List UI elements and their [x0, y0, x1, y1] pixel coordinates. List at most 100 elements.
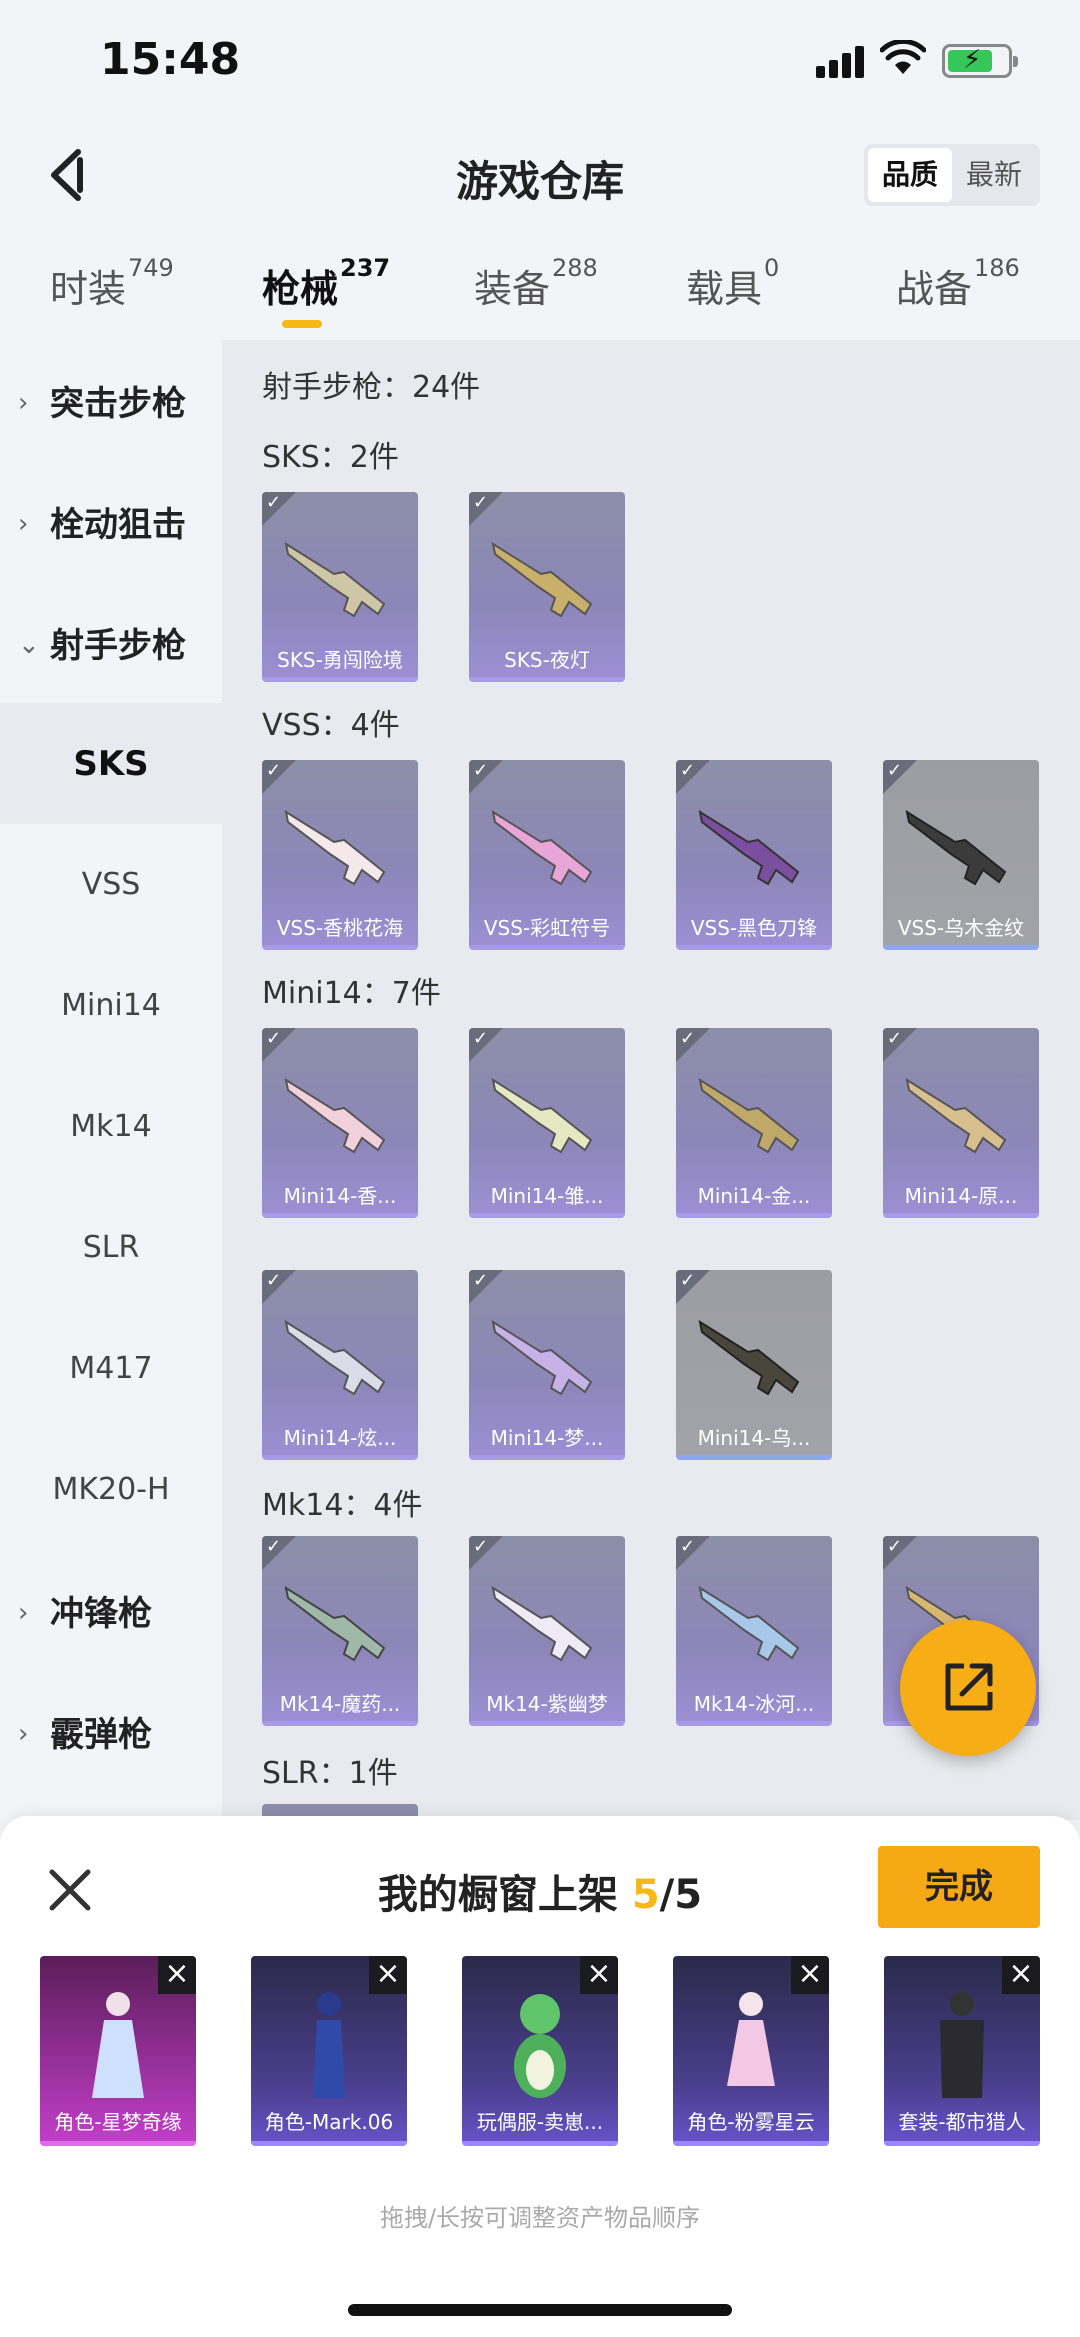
check-icon: ✓ [883, 1536, 917, 1570]
top-header: 游戏仓库 品质 最新 [0, 130, 1080, 220]
rifle-icon [284, 1585, 386, 1662]
showcase-slot[interactable]: × 套装-都市猎人 [884, 1956, 1040, 2146]
showcase-slot[interactable]: × 角色-Mark.06 [251, 1956, 407, 2146]
share-button[interactable] [900, 1620, 1036, 1756]
check-icon: ✓ [469, 1536, 503, 1570]
weapon-card[interactable]: ✓ Mk14-冰河... [676, 1536, 832, 1726]
reorder-hint: 拖拽/长按可调整资产物品顺序 [379, 2204, 701, 2232]
sidebar-item-sks[interactable]: SKS [0, 703, 222, 824]
showcase-slot[interactable]: × 角色-粉雾星云 [673, 1956, 829, 2146]
sidebar-item-smg[interactable]: › 冲锋枪 [0, 1550, 222, 1671]
sort-toggle: 品质 最新 [864, 144, 1040, 206]
rifle-icon [284, 1077, 386, 1154]
tab-fashion[interactable]: 时装749 [50, 254, 174, 313]
remove-icon[interactable]: × [580, 1956, 618, 1994]
weapon-card[interactable]: ✓ Mk14-紫幽梦 [469, 1536, 625, 1726]
weapon-card[interactable]: ✓ Mini14-香... [262, 1028, 418, 1218]
sidebar: › 突击步枪 › 栓动狙击 ⌄ 射手步枪 SKS VSS Mini14 Mk14 SL… [0, 340, 222, 1820]
category-summary: 射手步枪：24件 [262, 370, 481, 405]
rifle-icon [698, 809, 800, 886]
check-icon: ✓ [469, 492, 503, 526]
frog-figure-icon [514, 1994, 566, 2098]
sidebar-item-slr[interactable]: SLR [0, 1187, 222, 1308]
check-icon: ✓ [469, 1270, 503, 1304]
rifle-icon [491, 541, 593, 618]
weapon-card[interactable]: ✓ SKS-夜灯 [469, 492, 625, 682]
weapon-card[interactable]: ✓ Mini14-金... [676, 1028, 832, 1218]
weapon-card[interactable]: ✓ VSS-黑色刀锋 [676, 760, 832, 950]
chevron-down-icon: ⌄ [18, 630, 40, 660]
share-icon [945, 1663, 993, 1711]
tab-supplies[interactable]: 战备186 [896, 254, 1020, 313]
check-icon: ✓ [262, 1536, 296, 1570]
showcase-panel: 我的橱窗上架 5/5 完成 × 角色-星梦奇缘 × 角色-Mark.06 × 玩偶服-… [0, 1816, 1080, 2337]
sidebar-item-shotgun[interactable]: › 霰弹枪 [0, 1671, 222, 1792]
rifle-icon [284, 1319, 386, 1396]
check-icon: ✓ [469, 1028, 503, 1062]
sidebar-item-m417[interactable]: M417 [0, 1308, 222, 1429]
sidebar-item-mk20h[interactable]: MK20-H [0, 1429, 222, 1550]
rifle-icon [491, 1319, 593, 1396]
sidebar-item-assault-rifle[interactable]: › 突击步枪 [0, 340, 222, 461]
sidebar-item-mk14[interactable]: Mk14 [0, 1066, 222, 1187]
weapon-card[interactable]: ✓ SKS-勇闯险境 [262, 492, 418, 682]
wifi-icon [880, 40, 926, 74]
check-icon: ✓ [883, 1028, 917, 1062]
weapon-card[interactable]: ✓ VSS-彩虹符号 [469, 760, 625, 950]
battery-icon: ⚡ [942, 44, 1018, 78]
remove-icon[interactable]: × [1002, 1956, 1040, 1994]
remove-icon[interactable]: × [158, 1956, 196, 1994]
rifle-icon [698, 1585, 800, 1662]
section-title-vss: VSS：4件 [262, 708, 400, 743]
tab-vehicles[interactable]: 载具0 [686, 254, 779, 313]
remove-icon[interactable]: × [791, 1956, 829, 1994]
home-indicator[interactable] [348, 2304, 732, 2316]
sidebar-item-bolt-sniper[interactable]: › 栓动狙击 [0, 461, 222, 582]
rifle-icon [905, 1077, 1007, 1154]
sidebar-item-marksman-rifle[interactable]: ⌄ 射手步枪 [0, 582, 222, 703]
remove-icon[interactable]: × [369, 1956, 407, 1994]
section-title-slr: SLR：1件 [262, 1756, 398, 1791]
rifle-icon [491, 1077, 593, 1154]
item-grid-area[interactable]: 射手步枪：24件 SKS：2件 ✓ SKS-勇闯险境 ✓ SKS-夜灯 VSS：4件… [222, 340, 1080, 1820]
outfit-figure-icon [940, 1992, 984, 2098]
sort-quality-button[interactable]: 品质 [868, 148, 952, 202]
weapon-card[interactable]: ✓ VSS-乌木金纹 [883, 760, 1039, 950]
check-icon: ✓ [469, 760, 503, 794]
section-title-mini14: Mini14：7件 [262, 976, 441, 1011]
showcase-slot[interactable]: × 玩偶服-卖崽... [462, 1956, 618, 2146]
section-title-mk14: Mk14：4件 [262, 1488, 423, 1523]
rifle-icon [491, 809, 593, 886]
sidebar-item-vss[interactable]: VSS [0, 824, 222, 945]
check-icon: ✓ [262, 1270, 296, 1304]
character-figure-icon [727, 1992, 775, 2086]
active-tab-indicator [282, 320, 322, 328]
check-icon: ✓ [883, 760, 917, 794]
done-button[interactable]: 完成 [878, 1846, 1040, 1928]
weapon-card[interactable]: ✓ Mini14-雏... [469, 1028, 625, 1218]
check-icon: ✓ [676, 1536, 710, 1570]
weapon-card[interactable]: ✓ VSS-香桃花海 [262, 760, 418, 950]
check-icon: ✓ [676, 1028, 710, 1062]
weapon-card[interactable]: ✓ Mini14-梦... [469, 1270, 625, 1460]
tab-firearms[interactable]: 枪械237 [262, 254, 390, 313]
check-icon: ✓ [676, 1270, 710, 1304]
weapon-card[interactable]: ✓ Mini14-乌... [676, 1270, 832, 1460]
status-bar: 15:48 ⚡ [0, 0, 1080, 120]
rifle-icon [905, 809, 1007, 886]
cellular-signal-icon [816, 46, 866, 78]
category-tabs: 时装749 枪械237 装备288 载具0 战备186 [0, 250, 1080, 340]
character-figure-icon [92, 1992, 144, 2098]
check-icon: ✓ [262, 760, 296, 794]
weapon-card[interactable]: ✓ Mini14-原... [883, 1028, 1039, 1218]
check-icon: ✓ [262, 1028, 296, 1062]
chevron-right-icon: › [18, 1598, 29, 1628]
weapon-card[interactable]: ✓ Mini14-炫... [262, 1270, 418, 1460]
sort-latest-button[interactable]: 最新 [952, 148, 1036, 202]
showcase-slot[interactable]: × 角色-星梦奇缘 [40, 1956, 196, 2146]
rifle-icon [698, 1319, 800, 1396]
sidebar-item-mini14[interactable]: Mini14 [0, 945, 222, 1066]
tab-equipment[interactable]: 装备288 [474, 254, 598, 313]
weapon-card[interactable]: ✓ Mk14-魔药... [262, 1536, 418, 1726]
check-icon: ✓ [676, 760, 710, 794]
